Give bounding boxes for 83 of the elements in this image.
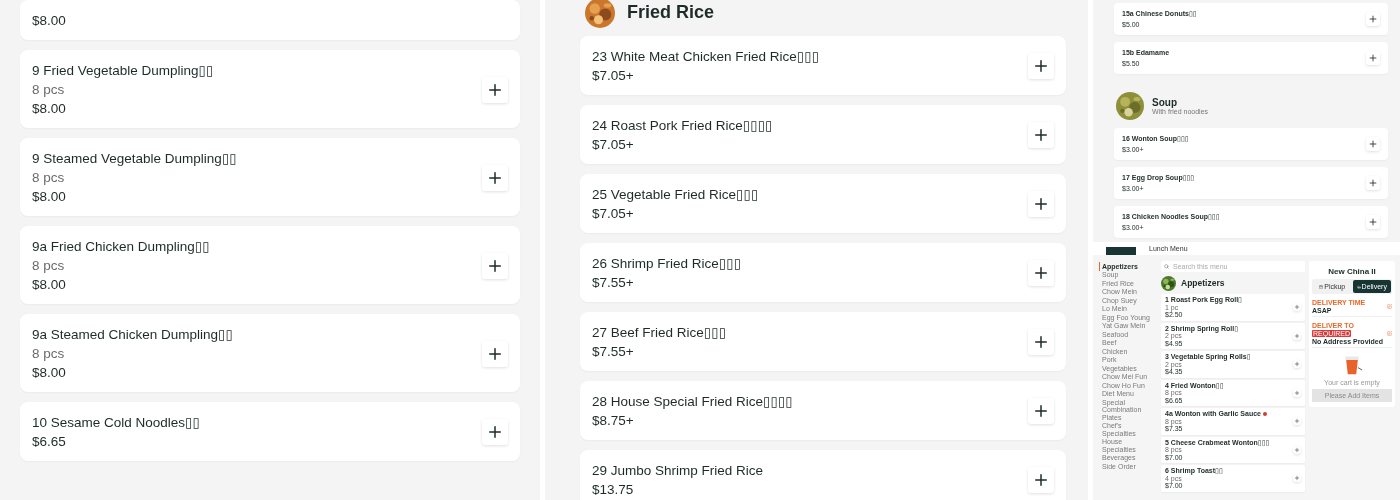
section-title: Soup [1152,97,1177,108]
section-title: Fried Rice [627,3,715,23]
plus-icon [1032,195,1050,213]
item-detail: 8 pcs [32,345,65,363]
item-price: $7.55+ [592,343,634,361]
plus-icon [1294,304,1300,311]
menu-item-card[interactable]: 9 Fried Vegetable Dumpling▯▯ 8 pcs $8.00 [20,50,520,128]
bag-icon [1319,284,1324,289]
menu-item-card[interactable]: 26 Shrimp Fried Rice▯▯▯ $7.55+ [580,243,1066,302]
add-button[interactable] [1028,260,1054,286]
plus-icon [1294,475,1300,482]
menu-item-card[interactable]: 10 Sesame Cold Noodles▯▯ $6.65 [20,402,520,461]
add-button[interactable] [482,340,508,367]
plus-icon [1294,389,1300,396]
plus-icon [1368,217,1378,227]
item-name: 23 White Meat Chicken Fried Rice▯▯▯ [592,48,820,66]
menu-item-card[interactable]: 9a Steamed Chicken Dumpling▯▯ 8 pcs $8.00 [20,314,520,392]
menu-item-card[interactable]: $8.00 [20,0,520,40]
item-name: 24 Roast Pork Fried Rice▯▯▯▯ [592,117,773,135]
edit-icon[interactable] [1387,304,1392,309]
add-button[interactable] [482,419,508,445]
item-price: $6.65 [32,433,66,451]
add-button[interactable] [1028,53,1054,79]
item-name: 9a Fried Chicken Dumpling▯▯ [32,238,210,256]
menu-item-card[interactable]: 29 Jumbo Shrimp Fried Rice $13.75 [580,450,1066,500]
item-price: $8.00 [32,364,66,382]
plus-icon [1294,418,1300,425]
plus-icon [1032,57,1050,75]
item-name: 28 House Special Fried Rice▯▯▯▯ [592,393,793,411]
car-icon [1356,284,1361,289]
item-price: $7.55+ [592,274,634,292]
plus-icon [1294,446,1300,453]
add-button[interactable] [482,252,508,279]
plus-icon [1294,361,1300,368]
plus-icon [1032,471,1050,489]
item-name: 29 Jumbo Shrimp Fried Rice [592,462,764,480]
item-name: 9 Steamed Vegetable Dumpling▯▯ [32,150,237,168]
menu-item-card[interactable]: 24 Roast Pork Fried Rice▯▯▯▯ $7.05+ [580,105,1066,164]
menu-item-card[interactable]: 9a Fried Chicken Dumpling▯▯ 8 pcs $8.00 [20,226,520,304]
add-button[interactable] [1028,122,1054,148]
plus-icon [1032,264,1050,282]
add-button[interactable] [1028,329,1054,355]
plus-icon [1032,126,1050,144]
item-price: $8.00 [32,276,66,294]
plus-icon [1368,178,1378,188]
menu-item-card[interactable]: 23 White Meat Chicken Fried Rice▯▯▯ $7.05+ [580,36,1066,95]
item-price: $7.05+ [592,67,634,85]
section-title: Appetizers [1181,278,1225,289]
plus-icon [486,423,504,441]
add-button[interactable] [1028,467,1054,493]
item-name: 10 Sesame Cold Noodles▯▯ [32,414,200,432]
item-name: 9 Fried Vegetable Dumpling▯▯ [32,62,214,80]
item-name: 9a Steamed Chicken Dumpling▯▯ [32,326,233,344]
plus-icon [1368,53,1378,63]
item-detail: 8 pcs [32,169,65,187]
item-detail: 8 pcs [32,81,65,99]
add-button[interactable] [482,164,508,191]
item-price: $7.05+ [592,136,634,154]
item-price: $8.00 [32,188,66,206]
item-name: 26 Shrimp Fried Rice▯▯▯ [592,255,742,273]
restaurant-name: New China II [1327,267,1377,276]
plus-icon [1032,402,1050,420]
edit-icon[interactable] [1387,331,1392,336]
plus-icon [1294,332,1300,339]
item-price: $13.75 [592,481,634,499]
item-detail: 8 pcs [32,257,65,275]
plus-icon [1368,14,1378,24]
add-button[interactable] [1028,191,1054,217]
item-name: 27 Beef Fried Rice▯▯▯ [592,324,727,342]
add-button[interactable] [1028,398,1054,424]
plus-icon [1368,139,1378,149]
item-price: $8.00 [32,12,66,30]
search-icon [1164,264,1169,269]
item-price: $8.75+ [592,412,634,430]
menu-item-card[interactable]: 28 House Special Fried Rice▯▯▯▯ $8.75+ [580,381,1066,440]
menu-item-card[interactable]: 25 Vegetable Fried Rice▯▯▯ $7.05+ [580,174,1066,233]
item-name: 25 Vegetable Fried Rice▯▯▯ [592,186,759,204]
item-price: $7.05+ [592,205,634,223]
item-price: $8.00 [32,100,66,118]
menu-item-card[interactable]: 9 Steamed Vegetable Dumpling▯▯ 8 pcs $8.00 [20,138,520,216]
menu-item-card[interactable]: 27 Beef Fried Rice▯▯▯ $7.55+ [580,312,1066,371]
add-button[interactable] [482,76,508,103]
plus-icon [1032,333,1050,351]
